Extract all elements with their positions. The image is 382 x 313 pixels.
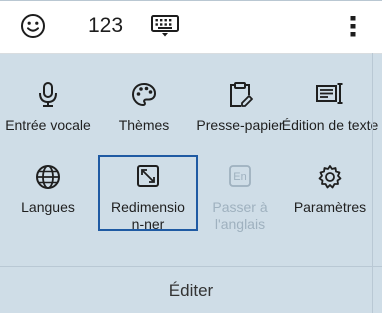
- microphone-icon: [0, 81, 96, 111]
- globe-icon: [0, 163, 96, 193]
- settings-label: Paramètres: [293, 199, 367, 215]
- english-key-icon: En: [192, 163, 288, 193]
- edit-button[interactable]: Éditer: [0, 267, 382, 313]
- palette-icon: [96, 81, 192, 111]
- clipboard-label: Presse-papier: [196, 117, 284, 133]
- text-edit-button[interactable]: Édition de texte: [278, 81, 382, 134]
- keyboard-panel: 123 Entrée vocale Thèmes Presse-papier É…: [0, 0, 382, 313]
- resize-icon: [100, 163, 196, 193]
- resize-button[interactable]: Redimension-ner: [98, 155, 198, 232]
- more-vertical-icon[interactable]: [349, 13, 357, 44]
- voice-input-button[interactable]: Entrée vocale: [0, 81, 96, 134]
- smiley-icon[interactable]: [20, 13, 46, 44]
- themes-button[interactable]: Thèmes: [96, 81, 192, 134]
- keyboard-top-bar: 123: [0, 1, 382, 54]
- settings-button[interactable]: Paramètres: [278, 163, 382, 216]
- gear-icon: [278, 163, 382, 193]
- text-edit-icon: [278, 81, 382, 111]
- switch-to-english-button[interactable]: En Passer à l'anglais: [192, 163, 288, 233]
- numbers-key[interactable]: 123: [88, 12, 123, 40]
- right-edge-line: [372, 53, 373, 313]
- languages-button[interactable]: Langues: [0, 163, 96, 216]
- languages-label: Langues: [21, 199, 75, 215]
- switch-to-english-label: Passer à l'anglais: [212, 199, 268, 232]
- keyboard-icon[interactable]: [150, 14, 180, 43]
- voice-input-label: Entrée vocale: [5, 117, 91, 133]
- text-edit-label: Édition de texte: [281, 117, 379, 133]
- clipboard-icon: [192, 81, 288, 111]
- svg-text:En: En: [233, 171, 246, 183]
- resize-label: Redimension-ner: [111, 199, 185, 232]
- clipboard-button[interactable]: Presse-papier: [192, 81, 288, 134]
- themes-label: Thèmes: [118, 117, 170, 133]
- edit-label: Éditer: [168, 280, 214, 300]
